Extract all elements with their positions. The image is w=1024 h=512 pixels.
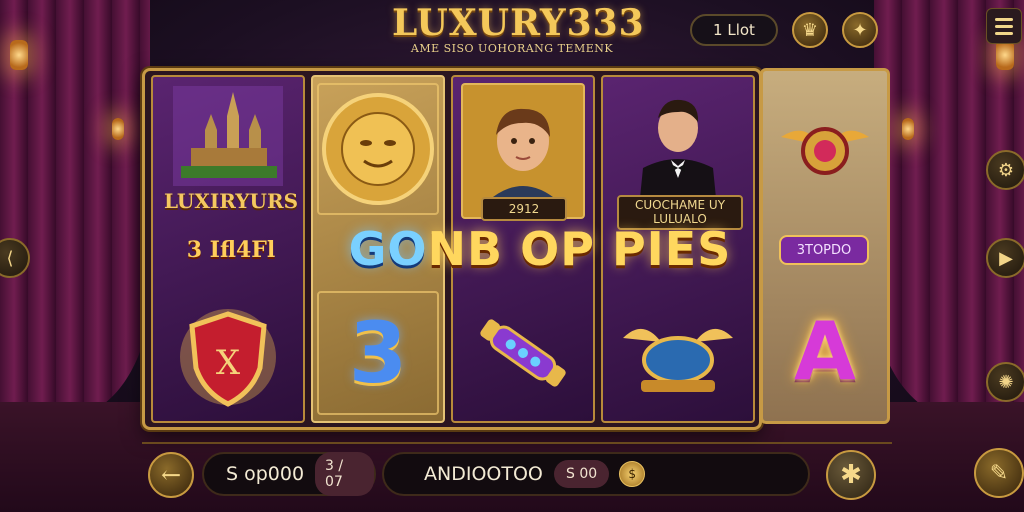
crown-icon: ♛ — [801, 19, 819, 41]
winged-lamp-symbol — [603, 291, 753, 415]
game-subtitle: AME SISO UOHORANG TEMENK — [410, 42, 614, 55]
bet-chip[interactable]: S 00 — [554, 460, 610, 488]
svg-text:X: X — [216, 343, 241, 383]
feature-pill-label: 3TOPDO — [796, 242, 852, 258]
balance-chip[interactable]: 3 / 07 — [315, 452, 374, 496]
scroll-icon — [480, 319, 566, 387]
spin-button[interactable]: ✱ — [826, 450, 876, 500]
arrow-left-icon: ← — [160, 461, 182, 489]
win-word-1b: NB — [427, 222, 504, 276]
bet-display: ANDIOOTOO S 00 $ — [382, 452, 810, 496]
menu-button[interactable] — [986, 8, 1022, 44]
game-title: LUXURY333 — [392, 2, 645, 44]
feature-pill[interactable]: 3TOPDO — [779, 235, 869, 265]
bet-label: ANDIOOTOO — [424, 463, 543, 485]
emblem-icon — [781, 127, 869, 175]
portrait-plate: 2912 — [481, 197, 567, 221]
number-3-symbol: 3 — [317, 291, 439, 415]
wall-lamp — [996, 40, 1014, 70]
hamburger-icon — [995, 17, 1013, 21]
wall-lamp — [10, 40, 28, 70]
reel-5: 3TOPDO A — [760, 68, 890, 424]
winged-lamp-icon — [623, 328, 733, 392]
price-label: 3 Ifl4Fl — [186, 237, 276, 263]
wand-button[interactable]: ✦ — [842, 12, 878, 48]
letter-a-symbol: A — [763, 291, 887, 411]
settings-button[interactable]: ⚙ — [986, 150, 1024, 190]
wrench-icon: ⚙ — [997, 159, 1015, 181]
play-icon: ▶ — [999, 247, 1013, 269]
shield-icon: X — [180, 309, 276, 407]
lot-selector[interactable]: 1 Llot — [690, 14, 778, 46]
wall-lamp — [112, 118, 124, 140]
number-3-glyph: 3 — [348, 304, 408, 402]
plate-line-1: CUOCHAME UY — [634, 198, 726, 212]
win-word-2: OP — [520, 222, 595, 276]
sun-mask-symbol — [317, 83, 439, 215]
reel-1: LUXIRYURS 3 Ifl4Fl X — [151, 75, 305, 423]
balance-display: S op000 3 / 07 — [202, 452, 376, 496]
options-button[interactable]: ✺ — [986, 362, 1024, 402]
gear-icon: ✺ — [998, 371, 1014, 393]
emblem-symbol — [763, 101, 887, 201]
win-word-1a: GO — [348, 222, 428, 276]
castle-symbol — [153, 81, 303, 191]
autoplay-button[interactable]: ✎ — [974, 448, 1024, 498]
game-logo: LUXURY333 AME SISO UOHORANG TEMENK — [392, 2, 645, 55]
coin-icon: $ — [619, 461, 646, 487]
next-button[interactable]: ▶ — [986, 238, 1024, 278]
letter-a-glyph: A — [794, 304, 856, 398]
wand-icon: ✎ — [989, 460, 1009, 486]
magic-wand-icon: ✦ — [852, 19, 868, 41]
share-icon: ⟨ — [6, 247, 14, 269]
sun-mask-icon — [322, 93, 434, 205]
crown-button[interactable]: ♛ — [792, 12, 828, 48]
shield-symbol: X — [153, 297, 303, 417]
portrait-icon — [488, 108, 558, 201]
bottom-divider — [142, 442, 892, 444]
castle-icon — [173, 86, 283, 186]
win-banner: GONB OP PIES — [330, 222, 750, 276]
wall-lamp — [902, 118, 914, 140]
win-word-3: PIES — [611, 222, 732, 276]
star-icon: ✱ — [840, 460, 862, 490]
back-button[interactable]: ← — [148, 452, 194, 498]
scroll-symbol — [453, 291, 593, 415]
luxury-label: LUXIRYURS — [163, 189, 299, 213]
balance-value: S op000 — [226, 463, 305, 485]
